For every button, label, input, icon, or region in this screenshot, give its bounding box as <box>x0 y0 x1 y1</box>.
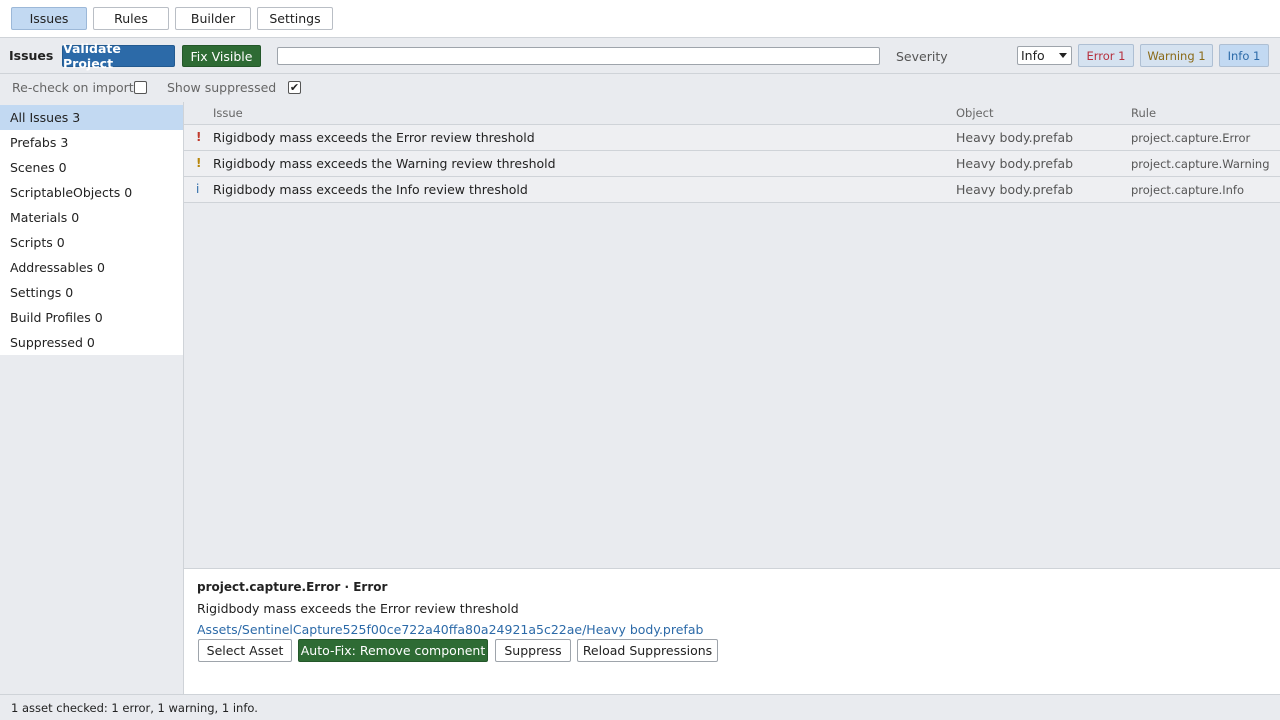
sidebar-item-build-profiles[interactable]: Build Profiles 0 <box>0 305 183 330</box>
issue-message: Rigidbody mass exceeds the Warning revie… <box>213 156 556 171</box>
warning-filter-chip[interactable]: Warning 1 <box>1140 44 1213 67</box>
table-row[interactable]: ! Rigidbody mass exceeds the Warning rev… <box>184 151 1280 177</box>
status-text: 1 asset checked: 1 error, 1 warning, 1 i… <box>11 701 258 715</box>
recheck-on-import-checkbox[interactable] <box>134 81 147 94</box>
tab-issues[interactable]: Issues <box>11 7 87 30</box>
error-icon: ! <box>196 130 202 144</box>
recheck-on-import-label: Re-check on import <box>12 80 134 95</box>
status-bar: 1 asset checked: 1 error, 1 warning, 1 i… <box>0 694 1280 720</box>
sidebar-item-scriptableobjects[interactable]: ScriptableObjects 0 <box>0 180 183 205</box>
show-suppressed-label: Show suppressed <box>167 80 277 95</box>
issue-rule: project.capture.Warning <box>1131 157 1270 171</box>
issue-object: Heavy body.prefab <box>956 130 1074 145</box>
checkmark-icon: ✔ <box>289 81 300 94</box>
error-filter-chip[interactable]: Error 1 <box>1078 44 1134 67</box>
severity-select-value: Info <box>1021 48 1045 63</box>
issue-object: Heavy body.prefab <box>956 182 1074 197</box>
severity-select[interactable]: Info <box>1017 46 1072 65</box>
suppress-button[interactable]: Suppress <box>495 639 571 662</box>
detail-message: Rigidbody mass exceeds the Error review … <box>197 601 519 616</box>
sidebar-item-materials[interactable]: Materials 0 <box>0 205 183 230</box>
issues-table: Issue Object Rule ! Rigidbody mass excee… <box>184 102 1280 568</box>
table-header: Issue Object Rule <box>184 102 1280 125</box>
issue-rule: project.capture.Info <box>1131 183 1245 197</box>
issue-message: Rigidbody mass exceeds the Info review t… <box>213 182 528 197</box>
severity-label: Severity <box>896 49 948 64</box>
chevron-down-icon <box>1059 53 1067 58</box>
tab-rules[interactable]: Rules <box>93 7 169 30</box>
sidebar-item-addressables[interactable]: Addressables 0 <box>0 255 183 280</box>
sidebar-item-prefabs[interactable]: Prefabs 3 <box>0 130 183 155</box>
column-header-object[interactable]: Object <box>956 106 993 120</box>
issue-object: Heavy body.prefab <box>956 156 1074 171</box>
fix-visible-button[interactable]: Fix Visible <box>182 45 261 67</box>
show-suppressed-checkbox[interactable]: ✔ <box>288 81 301 94</box>
auto-fix-button[interactable]: Auto-Fix: Remove component <box>298 639 488 662</box>
issues-toolbar: Issues Validate Project Fix Visible Seve… <box>0 38 1280 74</box>
table-row[interactable]: ! Rigidbody mass exceeds the Error revie… <box>184 125 1280 151</box>
sidebar-item-scripts[interactable]: Scripts 0 <box>0 230 183 255</box>
sidebar-item-suppressed[interactable]: Suppressed 0 <box>0 330 183 355</box>
category-list: All Issues 3 Prefabs 3 Scenes 0 Scriptab… <box>0 105 183 355</box>
tab-settings[interactable]: Settings <box>257 7 333 30</box>
info-filter-chip[interactable]: Info 1 <box>1219 44 1269 67</box>
asset-path-link[interactable]: Assets/SentinelCapture525f00ce722a40ffa8… <box>197 622 703 637</box>
sidebar-item-scenes[interactable]: Scenes 0 <box>0 155 183 180</box>
issue-detail-panel: project.capture.Error · Error Rigidbody … <box>184 568 1280 694</box>
tab-builder[interactable]: Builder <box>175 7 251 30</box>
issue-rule: project.capture.Error <box>1131 131 1251 145</box>
warning-icon: ! <box>196 156 202 170</box>
top-tab-bar: Issues Rules Builder Settings <box>0 0 1280 38</box>
validate-project-button[interactable]: Validate Project <box>62 41 175 71</box>
info-icon: i <box>196 182 200 196</box>
options-bar: Re-check on import Show suppressed <box>0 74 1280 102</box>
toolbar-title: Issues <box>9 48 54 63</box>
detail-title: project.capture.Error · Error <box>197 580 388 594</box>
table-row[interactable]: i Rigidbody mass exceeds the Info review… <box>184 177 1280 203</box>
reload-suppressions-button[interactable]: Reload Suppressions <box>577 639 718 662</box>
select-asset-button[interactable]: Select Asset <box>198 639 292 662</box>
sidebar-item-settings[interactable]: Settings 0 <box>0 280 183 305</box>
category-sidebar: All Issues 3 Prefabs 3 Scenes 0 Scriptab… <box>0 102 184 694</box>
issue-message: Rigidbody mass exceeds the Error review … <box>213 130 535 145</box>
column-header-rule[interactable]: Rule <box>1131 106 1156 120</box>
sidebar-item-all-issues[interactable]: All Issues 3 <box>0 105 183 130</box>
column-header-issue[interactable]: Issue <box>213 106 243 120</box>
search-input[interactable] <box>277 47 880 65</box>
